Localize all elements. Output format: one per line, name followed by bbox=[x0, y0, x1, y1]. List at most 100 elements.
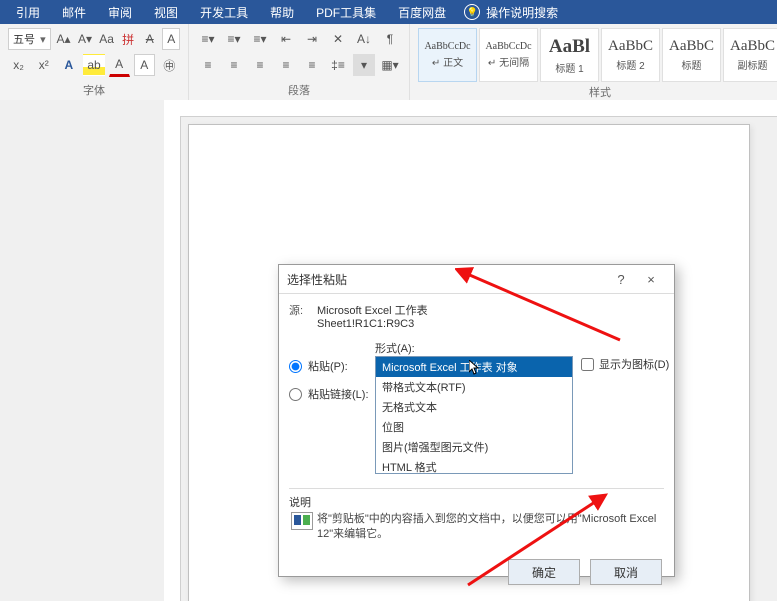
source-label: 源: bbox=[289, 302, 311, 330]
bulb-icon: 💡 bbox=[464, 4, 480, 20]
paste-special-dialog: 选择性粘贴 ? × 源: Microsoft Excel 工作表 Sheet1!… bbox=[278, 264, 675, 577]
tell-me-search[interactable]: 💡 操作说明搜索 bbox=[464, 4, 558, 21]
phonetic-guide-button[interactable]: 拼 bbox=[119, 28, 137, 50]
radio-paste-link-label: 粘贴链接(L): bbox=[308, 386, 369, 402]
style-nospacing[interactable]: AaBbCcDc ↵ 无间隔 bbox=[479, 28, 538, 82]
indent-right-button[interactable]: ⇥ bbox=[301, 28, 323, 50]
dialog-titlebar[interactable]: 选择性粘贴 ? × bbox=[279, 265, 674, 294]
description-body: 将"剪贴板"中的内容插入到您的文档中，以便您可以用"Microsoft Exce… bbox=[317, 512, 664, 543]
horizontal-ruler[interactable] bbox=[164, 100, 777, 117]
list-item[interactable]: HTML 格式 bbox=[376, 457, 572, 474]
bullets-button[interactable]: ≡▾ bbox=[197, 28, 219, 50]
ribbon-tabbar: 引用 邮件 审阅 视图 开发工具 帮助 PDF工具集 百度网盘 💡 操作说明搜索 bbox=[0, 0, 777, 24]
shading-button[interactable]: ▾ bbox=[353, 54, 375, 76]
source-line1: Microsoft Excel 工作表 bbox=[317, 302, 428, 318]
font-size-value: 五号 bbox=[13, 31, 35, 47]
tab-references[interactable]: 引用 bbox=[6, 0, 50, 25]
style-caption: 标题 2 bbox=[616, 57, 644, 72]
clear-format-button[interactable]: A bbox=[141, 28, 159, 50]
numbering-button[interactable]: ≡▾ bbox=[223, 28, 245, 50]
style-caption: 标题 bbox=[682, 57, 702, 72]
dialog-close-button[interactable]: × bbox=[636, 269, 666, 289]
line-spacing-button[interactable]: ‡≡ bbox=[327, 54, 349, 76]
tab-pdf[interactable]: PDF工具集 bbox=[306, 0, 386, 25]
tab-review[interactable]: 审阅 bbox=[98, 0, 142, 25]
list-item[interactable]: 带格式文本(RTF) bbox=[376, 377, 572, 397]
align-left-button[interactable]: ≡ bbox=[197, 54, 219, 76]
style-gallery[interactable]: AaBbCcDc ↵ 正文 AaBbCcDc ↵ 无间隔 AaBl 标题 1 A… bbox=[418, 28, 777, 82]
show-marks-button[interactable]: ¶ bbox=[379, 28, 401, 50]
display-as-icon-input[interactable] bbox=[581, 358, 594, 371]
style-normal[interactable]: AaBbCcDc ↵ 正文 bbox=[418, 28, 477, 82]
subscript-button[interactable]: x₂ bbox=[8, 54, 29, 76]
radio-paste[interactable]: 粘贴(P): bbox=[289, 358, 369, 374]
font-color-button[interactable]: A bbox=[109, 53, 130, 77]
tab-help[interactable]: 帮助 bbox=[260, 0, 304, 25]
style-heading1[interactable]: AaBl 标题 1 bbox=[540, 28, 599, 82]
style-heading2[interactable]: AaBbC 标题 2 bbox=[601, 28, 660, 82]
ribbon: 五号 ▾ A▴ A▾ Aa 拼 A A x₂ x² A ab A A ㊥ 字体 ≡… bbox=[0, 24, 777, 101]
align-right-button[interactable]: ≡ bbox=[249, 54, 271, 76]
style-sample: AaBbC bbox=[608, 38, 653, 55]
vertical-ruler[interactable] bbox=[164, 116, 181, 601]
shrink-font-button[interactable]: A▾ bbox=[76, 28, 94, 50]
style-sample: AaBbC bbox=[730, 38, 775, 55]
text-direction-button[interactable]: ✕ bbox=[327, 28, 349, 50]
format-label: 形式(A): bbox=[375, 340, 415, 356]
search-placeholder: 操作说明搜索 bbox=[486, 4, 558, 21]
tab-view[interactable]: 视图 bbox=[144, 0, 188, 25]
style-sample: AaBbCcDc bbox=[485, 41, 531, 52]
format-listbox[interactable]: Microsoft Excel 工作表 对象 带格式文本(RTF) 无格式文本 … bbox=[375, 356, 573, 474]
indent-left-button[interactable]: ⇤ bbox=[275, 28, 297, 50]
ok-button[interactable]: 确定 bbox=[508, 559, 580, 585]
dialog-help-button[interactable]: ? bbox=[606, 269, 636, 289]
style-caption: ↵ 正文 bbox=[432, 54, 463, 69]
sort-button[interactable]: A↓ bbox=[353, 28, 375, 50]
style-sample: AaBbCcDc bbox=[424, 41, 470, 52]
radio-paste-input[interactable] bbox=[289, 360, 302, 373]
align-center-button[interactable]: ≡ bbox=[223, 54, 245, 76]
group-label-font: 字体 bbox=[8, 80, 180, 100]
ribbon-group-styles: AaBbCcDc ↵ 正文 AaBbCcDc ↵ 无间隔 AaBl 标题 1 A… bbox=[410, 24, 777, 100]
borders-button[interactable]: ▦▾ bbox=[379, 54, 401, 76]
description-icon bbox=[291, 512, 313, 530]
tab-devtools[interactable]: 开发工具 bbox=[190, 0, 258, 25]
align-justify-button[interactable]: ≡ bbox=[275, 54, 297, 76]
text-effects-button[interactable]: A bbox=[58, 54, 79, 76]
dialog-title: 选择性粘贴 bbox=[287, 271, 347, 288]
source-line2: Sheet1!R1C1:R9C3 bbox=[317, 318, 428, 330]
font-size-combo[interactable]: 五号 ▾ bbox=[8, 28, 51, 50]
list-item[interactable]: 无格式文本 bbox=[376, 397, 572, 417]
multilevel-button[interactable]: ≡▾ bbox=[249, 28, 271, 50]
radio-paste-link[interactable]: 粘贴链接(L): bbox=[289, 386, 369, 402]
char-shading-button[interactable]: A bbox=[134, 54, 155, 76]
display-as-icon-checkbox[interactable]: 显示为图标(D) bbox=[581, 356, 669, 372]
tab-mail[interactable]: 邮件 bbox=[52, 0, 96, 25]
cancel-button[interactable]: 取消 bbox=[590, 559, 662, 585]
style-title[interactable]: AaBbC 标题 bbox=[662, 28, 721, 82]
list-item[interactable]: 图片(增强型图元文件) bbox=[376, 437, 572, 457]
description-label: 说明 bbox=[289, 494, 311, 510]
superscript-button[interactable]: x² bbox=[33, 54, 54, 76]
display-as-icon-label: 显示为图标(D) bbox=[599, 356, 669, 372]
highlight-button[interactable]: ab bbox=[83, 54, 104, 76]
list-item[interactable]: Microsoft Excel 工作表 对象 bbox=[376, 357, 572, 377]
enclose-char-button[interactable]: ㊥ bbox=[159, 54, 180, 76]
style-sample: AaBbC bbox=[669, 38, 714, 55]
tab-baidu[interactable]: 百度网盘 bbox=[388, 0, 456, 25]
change-case-button[interactable]: Aa bbox=[98, 28, 116, 50]
style-caption: ↵ 无间隔 bbox=[488, 54, 529, 69]
chevron-down-icon: ▾ bbox=[40, 33, 46, 46]
dialog-separator bbox=[289, 488, 664, 489]
grow-font-button[interactable]: A▴ bbox=[55, 28, 73, 50]
char-border-button[interactable]: A bbox=[162, 28, 180, 50]
style-caption: 副标题 bbox=[738, 57, 768, 72]
style-caption: 标题 1 bbox=[555, 60, 583, 75]
style-subtitle[interactable]: AaBbC 副标题 bbox=[723, 28, 777, 82]
ribbon-group-paragraph: ≡▾ ≡▾ ≡▾ ⇤ ⇥ ✕ A↓ ¶ ≡ ≡ ≡ ≡ ≡ ‡≡ ▾ ▦▾ 段落 bbox=[189, 24, 410, 100]
group-label-paragraph: 段落 bbox=[197, 80, 401, 100]
group-label-styles: 样式 bbox=[418, 82, 777, 102]
align-distribute-button[interactable]: ≡ bbox=[301, 54, 323, 76]
list-item[interactable]: 位图 bbox=[376, 417, 572, 437]
radio-paste-link-input[interactable] bbox=[289, 388, 302, 401]
